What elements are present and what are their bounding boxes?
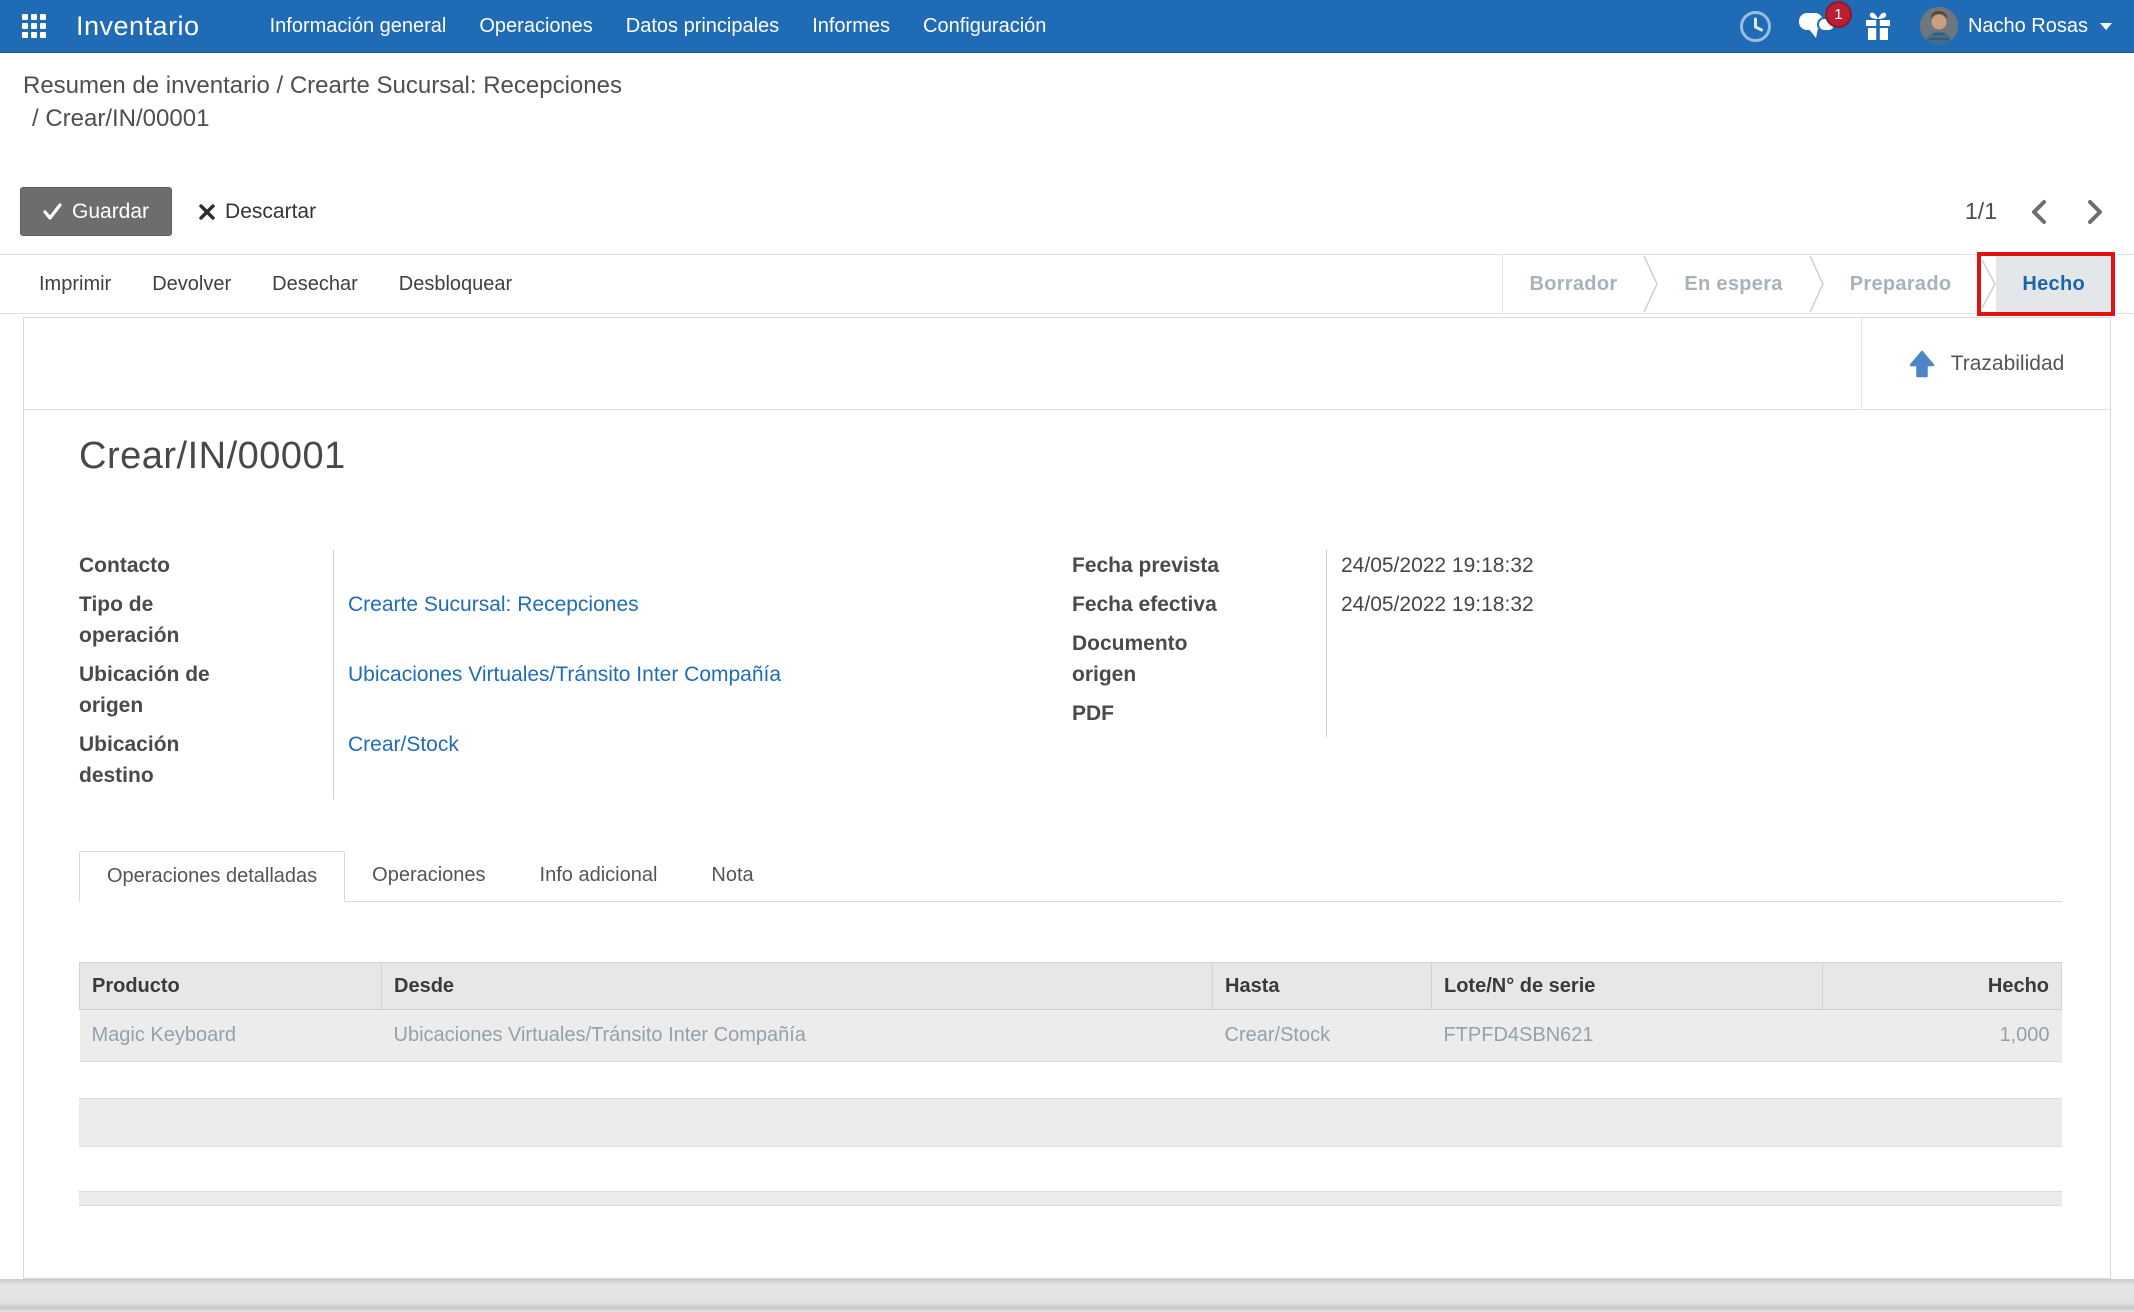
statusbar: Borrador En espera Preparado Hecho [1502,255,2113,313]
avatar [1920,7,1958,45]
button-box: Trazabilidad [24,318,2110,410]
pager-previous-button[interactable] [2025,195,2053,229]
control-panel: Guardar Descartar 1/1 [0,187,2134,236]
column-header-hecho[interactable]: Hecho [1823,963,2062,1010]
unlock-button[interactable]: Desbloquear [397,267,514,302]
field-groups: Contacto Tipo de operación Crearte Sucur… [79,550,2062,799]
return-button[interactable]: Devolver [150,267,233,302]
field-value-fecha-prevista[interactable]: 24/05/2022 19:18:32 [1327,550,2062,589]
user-name: Nacho Rosas [1968,15,2088,38]
field-value-tipo-operacion[interactable]: Crearte Sucursal: Recepciones [334,589,1072,659]
field-label-documento-origen: Documento origen [1072,628,1327,698]
field-label-ubicacion-destino: Ubicación destino [79,729,334,799]
breadcrumb: Resumen de inventario / Crearte Sucursal… [0,53,2134,135]
column-header-hasta[interactable]: Hasta [1213,963,1432,1010]
field-label-pdf: PDF [1072,698,1327,737]
breadcrumb-line-1[interactable]: Resumen de inventario / Crearte Sucursal… [23,69,2134,102]
status-preparado[interactable]: Preparado [1824,255,1978,313]
apps-menu-icon[interactable] [22,14,46,38]
traceability-button[interactable]: Trazabilidad [1861,318,2110,409]
pager-count: 1/1 [1965,198,1997,225]
tab-info-adicional[interactable]: Info adicional [513,851,685,901]
user-menu[interactable]: Nacho Rosas [1920,7,2112,45]
main-menu: Información general Operaciones Datos pr… [266,9,1051,44]
status-en-espera[interactable]: En espera [1658,255,1808,313]
column-header-producto[interactable]: Producto [80,963,382,1010]
menu-datos-principales[interactable]: Datos principales [622,9,783,44]
field-value-pdf[interactable] [1327,698,2062,737]
form-sheet: Trazabilidad Crear/IN/00001 Contacto Tip… [23,317,2111,1279]
messages-icon[interactable]: 1 [1798,10,1836,42]
tab-operaciones[interactable]: Operaciones [345,851,512,901]
action-bar: Imprimir Devolver Desechar Desbloquear B… [0,254,2134,314]
table-row[interactable]: Magic Keyboard Ubicaciones Virtuales/Trá… [80,1010,2062,1062]
tab-operaciones-detalladas[interactable]: Operaciones detalladas [79,851,345,902]
gift-icon[interactable] [1862,10,1894,42]
field-label-contacto: Contacto [79,550,334,589]
column-header-desde[interactable]: Desde [382,963,1213,1010]
empty-table-row [79,1098,2062,1147]
field-label-fecha-efectiva: Fecha efectiva [1072,589,1327,628]
annotation-red-box: Hecho [1977,252,2115,316]
field-group-left: Contacto Tipo de operación Crearte Sucur… [79,550,1072,799]
cell-lote[interactable]: FTPFD4SBN621 [1432,1010,1823,1062]
field-value-ubicacion-origen[interactable]: Ubicaciones Virtuales/Tránsito Inter Com… [334,659,1072,729]
save-button[interactable]: Guardar [20,187,172,236]
menu-operaciones[interactable]: Operaciones [475,9,596,44]
check-icon [43,203,62,220]
activity-clock-icon[interactable] [1739,10,1772,43]
cell-producto[interactable]: Magic Keyboard [80,1010,382,1062]
field-value-contacto[interactable] [334,550,1072,589]
tab-nota[interactable]: Nota [684,851,780,901]
field-label-fecha-prevista: Fecha prevista [1072,550,1327,589]
notification-badge: 1 [1825,1,1852,28]
record-title: Crear/IN/00001 [79,435,2062,478]
empty-table-row-partial [79,1191,2062,1206]
field-value-fecha-efectiva[interactable]: 24/05/2022 19:18:32 [1327,589,2062,628]
menu-informacion-general[interactable]: Información general [266,9,451,44]
notebook-tabs: Operaciones detalladas Operaciones Info … [79,851,2062,902]
pager: 1/1 [1965,187,2109,236]
field-label-tipo-operacion: Tipo de operación [79,589,334,659]
app-title[interactable]: Inventario [76,11,200,42]
chevron-down-icon [2100,23,2112,30]
status-borrador[interactable]: Borrador [1503,255,1643,313]
x-icon [199,204,215,220]
field-value-documento-origen[interactable] [1327,628,2062,698]
page-bottom-strip [0,1279,2134,1312]
cell-desde[interactable]: Ubicaciones Virtuales/Tránsito Inter Com… [382,1010,1213,1062]
top-navbar: Inventario Información general Operacion… [0,0,2134,53]
scrap-button[interactable]: Desechar [270,267,360,302]
table-header-row: Producto Desde Hasta Lote/N° de serie He… [80,963,2062,1010]
operations-table: Producto Desde Hasta Lote/N° de serie He… [79,962,2062,1062]
arrow-up-icon [1908,350,1936,378]
field-value-ubicacion-destino[interactable]: Crear/Stock [334,729,1072,799]
field-group-right: Fecha prevista 24/05/2022 19:18:32 Fecha… [1072,550,2062,799]
field-label-ubicacion-origen: Ubicación de origen [79,659,334,729]
menu-configuracion[interactable]: Configuración [919,9,1050,44]
discard-button[interactable]: Descartar [199,200,316,224]
status-separator [1981,260,1996,308]
status-separator [1643,256,1658,312]
breadcrumb-line-2: / Crear/IN/00001 [23,102,2134,135]
cell-hecho[interactable]: 1,000 [1823,1010,2062,1062]
status-hecho[interactable]: Hecho [1996,256,2111,312]
print-button[interactable]: Imprimir [37,267,113,302]
cell-hasta[interactable]: Crear/Stock [1213,1010,1432,1062]
pager-next-button[interactable] [2081,195,2109,229]
column-header-lote[interactable]: Lote/N° de serie [1432,963,1823,1010]
menu-informes[interactable]: Informes [808,9,894,44]
status-separator [1809,256,1824,312]
